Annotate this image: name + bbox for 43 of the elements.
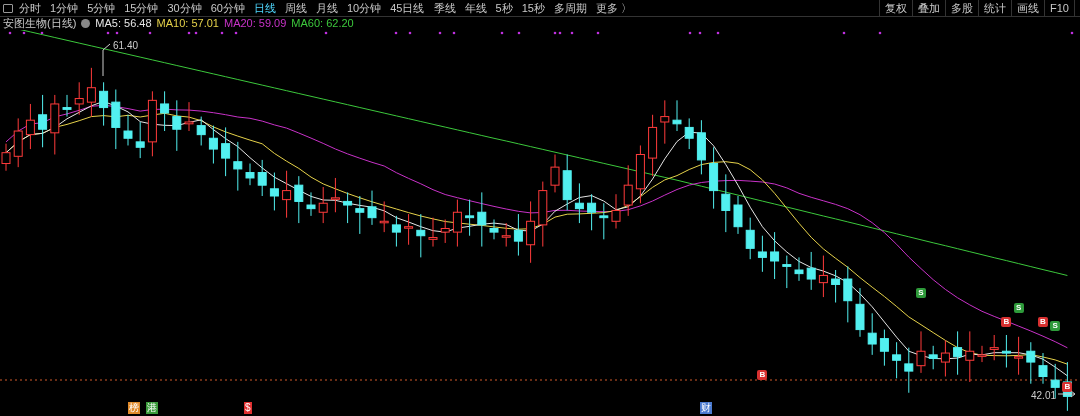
tool-button[interactable]: 多股 bbox=[945, 0, 979, 16]
buy-signal-badge: B bbox=[1062, 382, 1073, 393]
tool-button[interactable]: 统计 bbox=[978, 0, 1012, 16]
event-marker[interactable]: 财 bbox=[700, 402, 712, 414]
period-tab[interactable]: 月线 bbox=[316, 0, 338, 17]
period-tab[interactable]: 季线 bbox=[433, 0, 456, 17]
ma-value: MA20: 59.09 bbox=[223, 16, 287, 32]
period-tab[interactable]: 多周期 bbox=[553, 0, 587, 17]
ma-value: MA60: 62.20 bbox=[291, 16, 354, 32]
buy-signal-badge: B bbox=[757, 369, 768, 380]
period-tab[interactable]: 10分钟 bbox=[347, 0, 382, 17]
tool-button[interactable]: F10 bbox=[1044, 0, 1074, 16]
event-marker[interactable]: $ bbox=[244, 402, 252, 414]
tool-button[interactable]: 叠加 bbox=[912, 0, 946, 16]
period-tab[interactable]: 1分钟 bbox=[50, 0, 79, 17]
period-tab[interactable]: 5秒 bbox=[495, 0, 513, 17]
low-price-label: 42.01 bbox=[1031, 389, 1057, 403]
period-tab[interactable]: 60分钟 bbox=[210, 0, 245, 17]
sell-signal-badge: S bbox=[916, 288, 926, 299]
period-tab[interactable]: 周线 bbox=[285, 0, 307, 17]
buy-signal-badge: B bbox=[1038, 317, 1048, 328]
period-tab[interactable]: 15分钟 bbox=[124, 0, 159, 17]
period-tab[interactable]: 年线 bbox=[464, 0, 487, 17]
period-tab[interactable]: 更多 〉 bbox=[595, 0, 632, 17]
leader-arrow bbox=[1057, 390, 1076, 398]
period-tab[interactable]: 分时 bbox=[19, 0, 41, 17]
ma-value: MA10: 57.01 bbox=[156, 16, 219, 32]
period-tab[interactable]: 30分钟 bbox=[167, 0, 202, 17]
panel-toggle-icon[interactable] bbox=[3, 3, 13, 13]
buy-signal-badge: B bbox=[1001, 317, 1012, 328]
sell-signal-badge: S bbox=[1050, 320, 1061, 331]
tool-button[interactable]: 画线 bbox=[1011, 0, 1045, 16]
event-marker[interactable]: 港 bbox=[146, 402, 158, 414]
stock-title: 安图生物(日线) bbox=[3, 16, 77, 32]
period-tab[interactable]: 5分钟 bbox=[87, 0, 116, 17]
high-price-label: 61.40 bbox=[113, 39, 139, 53]
period-tab[interactable]: 日线 bbox=[254, 0, 276, 17]
leader-line bbox=[102, 43, 111, 77]
period-tab[interactable]: 15秒 bbox=[521, 0, 545, 17]
ma-value: MA5: 56.48 bbox=[95, 16, 152, 32]
tool-button[interactable]: 复权 bbox=[879, 0, 913, 16]
period-tab[interactable]: 45日线 bbox=[390, 0, 425, 17]
sell-signal-badge: S bbox=[1013, 302, 1024, 313]
